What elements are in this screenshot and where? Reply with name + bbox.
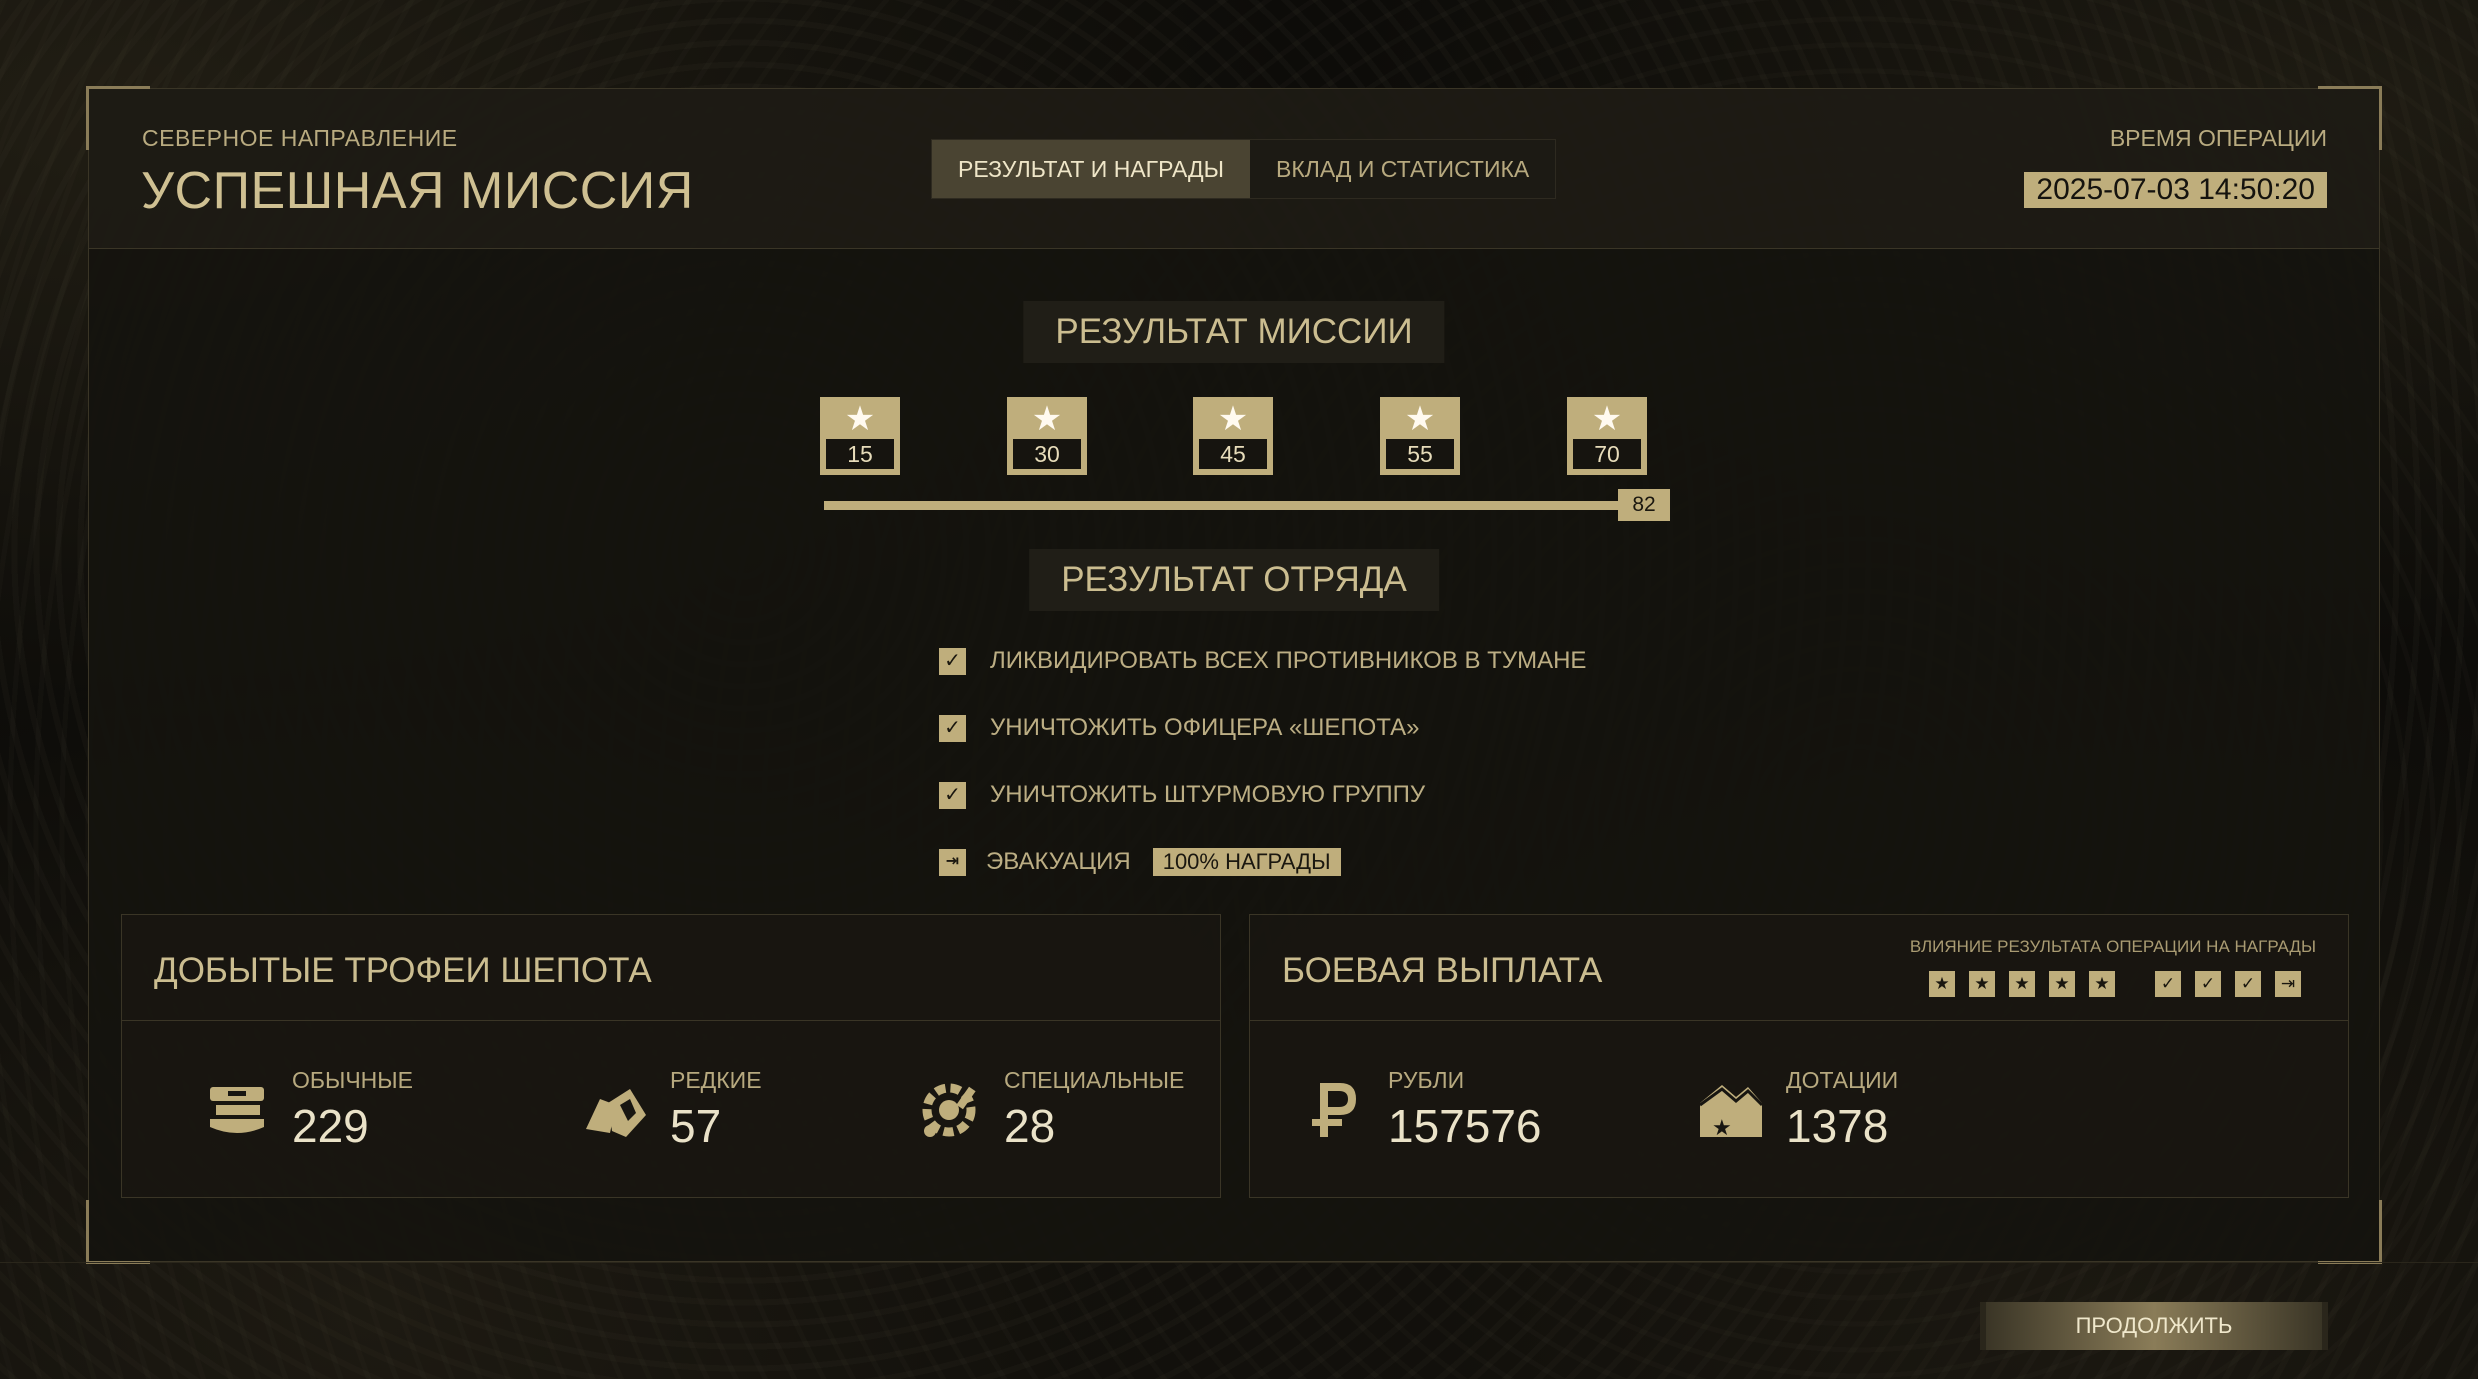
payout-value: 1378 xyxy=(1786,1100,1889,1152)
threshold-value: 30 xyxy=(1013,439,1081,469)
mission-progress-fill xyxy=(824,501,1624,510)
trophy-label: СПЕЦИАЛЬНЫЕ xyxy=(1004,1067,1185,1093)
star-icon: ★ xyxy=(2049,971,2075,997)
star-icon: ★ xyxy=(844,400,876,438)
threshold-value: 45 xyxy=(1199,439,1267,469)
trophies-panel: ДОБЫТЫЕ ТРОФЕИ ШЕПОТА ОБЫЧНЫЕ 229 РЕДКИЕ… xyxy=(121,914,1221,1198)
threshold-value: 70 xyxy=(1573,439,1641,469)
squad-result-title: РЕЗУЛЬТАТ ОТРЯДА xyxy=(1029,549,1439,611)
tab-results-rewards[interactable]: РЕЗУЛЬТАТ И НАГРАДЫ xyxy=(932,140,1250,198)
checkbox-checked-icon: ✓ xyxy=(939,714,966,742)
objective-item: ✓ УНИЧТОЖИТЬ ОФИЦЕРА «ШЕПОТА» xyxy=(939,708,1420,748)
special-trophy-icon xyxy=(922,1083,976,1137)
star-icon: ★ xyxy=(2009,971,2035,997)
ruble-icon xyxy=(1312,1083,1356,1137)
payout-label: ДОТАЦИИ xyxy=(1786,1067,1899,1093)
subsidy-icon: ★ xyxy=(1699,1085,1764,1141)
checkbox-checked-icon: ✓ xyxy=(939,647,966,675)
trophy-value: 57 xyxy=(670,1100,722,1152)
trophies-title: ДОБЫТЫЕ ТРОФЕИ ШЕПОТА xyxy=(154,951,652,990)
reward-percent-badge: 100% НАГРАДЫ xyxy=(1152,848,1341,876)
payout-panel-header: БОЕВАЯ ВЫПЛАТА ВЛИЯНИЕ РЕЗУЛЬТАТА ОПЕРАЦ… xyxy=(1250,915,2348,1021)
influence-label: ВЛИЯНИЕ РЕЗУЛЬТАТА ОПЕРАЦИИ НА НАГРАДЫ xyxy=(1909,937,2316,956)
objective-label: УНИЧТОЖИТЬ ОФИЦЕРА «ШЕПОТА» xyxy=(990,714,1420,741)
svg-text:★: ★ xyxy=(1712,1116,1732,1141)
checkbox-checked-icon: ✓ xyxy=(2195,971,2221,997)
trophy-label: РЕДКИЕ xyxy=(670,1067,762,1093)
payout-label: РУБЛИ xyxy=(1388,1067,1465,1093)
mission-progress-bar xyxy=(824,501,1624,510)
threshold-star: ★ 70 xyxy=(1567,397,1647,475)
checkbox-checked-icon: ✓ xyxy=(2155,971,2181,997)
results-window: СЕВЕРНОЕ НАПРАВЛЕНИЕ УСПЕШНАЯ МИССИЯ РЕЗ… xyxy=(86,86,2382,1264)
star-icon: ★ xyxy=(2089,971,2115,997)
threshold-star: ★ 30 xyxy=(1007,397,1087,475)
frame-corner xyxy=(2318,1200,2382,1264)
star-icon: ★ xyxy=(1404,400,1436,438)
star-icon: ★ xyxy=(1969,971,1995,997)
threshold-star: ★ 15 xyxy=(820,397,900,475)
star-icon: ★ xyxy=(1591,400,1623,438)
threshold-star: ★ 45 xyxy=(1193,397,1273,475)
continue-button[interactable]: ПРОДОЛЖИТЬ xyxy=(1980,1302,2328,1350)
common-trophy-icon xyxy=(210,1087,264,1133)
tab-contribution-stats[interactable]: ВКЛАД И СТАТИСТИКА xyxy=(1250,140,1555,198)
checkbox-checked-icon: ✓ xyxy=(939,781,966,809)
checkbox-checked-icon: ✓ xyxy=(2235,971,2261,997)
payout-value: 157576 xyxy=(1388,1100,1542,1152)
objective-item: ✓ ЛИКВИДИРОВАТЬ ВСЕХ ПРОТИВНИКОВ В ТУМАН… xyxy=(939,641,1586,681)
threshold-star: ★ 55 xyxy=(1380,397,1460,475)
exit-icon: ⇥ xyxy=(2275,971,2301,997)
direction-label: СЕВЕРНОЕ НАПРАВЛЕНИЕ xyxy=(142,125,458,151)
op-time-value: 2025-07-03 14:50:20 xyxy=(2024,172,2327,208)
payout-title: БОЕВАЯ ВЫПЛАТА xyxy=(1282,951,1603,990)
mission-score-badge: 82 xyxy=(1618,489,1670,521)
trophies-panel-header: ДОБЫТЫЕ ТРОФЕИ ШЕПОТА xyxy=(122,915,1220,1021)
op-time-label: ВРЕМЯ ОПЕРАЦИИ xyxy=(2109,125,2327,151)
tab-bar: РЕЗУЛЬТАТ И НАГРАДЫ ВКЛАД И СТАТИСТИКА xyxy=(931,139,1557,199)
page-title: УСПЕШНАЯ МИССИЯ xyxy=(141,162,694,220)
star-icon: ★ xyxy=(1929,971,1955,997)
exit-icon: ⇥ xyxy=(939,848,966,876)
trophy-value: 229 xyxy=(292,1100,369,1152)
threshold-value: 55 xyxy=(1386,439,1454,469)
rare-trophy-icon xyxy=(586,1089,646,1137)
trophy-label: ОБЫЧНЫЕ xyxy=(292,1067,413,1093)
threshold-value: 15 xyxy=(826,439,894,469)
footer-divider xyxy=(0,1262,2478,1263)
header-bar: СЕВЕРНОЕ НАПРАВЛЕНИЕ УСПЕШНАЯ МИССИЯ РЕЗ… xyxy=(89,89,2379,249)
trophy-value: 28 xyxy=(1004,1100,1056,1152)
objective-label: ЛИКВИДИРОВАТЬ ВСЕХ ПРОТИВНИКОВ В ТУМАНЕ xyxy=(990,647,1587,674)
mission-result-title: РЕЗУЛЬТАТ МИССИИ xyxy=(1023,301,1445,363)
star-icon: ★ xyxy=(1217,400,1249,438)
payout-panel: БОЕВАЯ ВЫПЛАТА ВЛИЯНИЕ РЕЗУЛЬТАТА ОПЕРАЦ… xyxy=(1249,914,2349,1198)
evacuation-item: ⇥ ЭВАКУАЦИЯ 100% НАГРАДЫ xyxy=(939,842,1341,882)
star-icon: ★ xyxy=(1031,400,1063,438)
objective-item: ✓ УНИЧТОЖИТЬ ШТУРМОВУЮ ГРУППУ xyxy=(939,775,1425,815)
objective-label: УНИЧТОЖИТЬ ШТУРМОВУЮ ГРУППУ xyxy=(990,781,1426,808)
frame-corner xyxy=(86,1200,150,1264)
evacuation-label: ЭВАКУАЦИЯ xyxy=(986,848,1131,875)
